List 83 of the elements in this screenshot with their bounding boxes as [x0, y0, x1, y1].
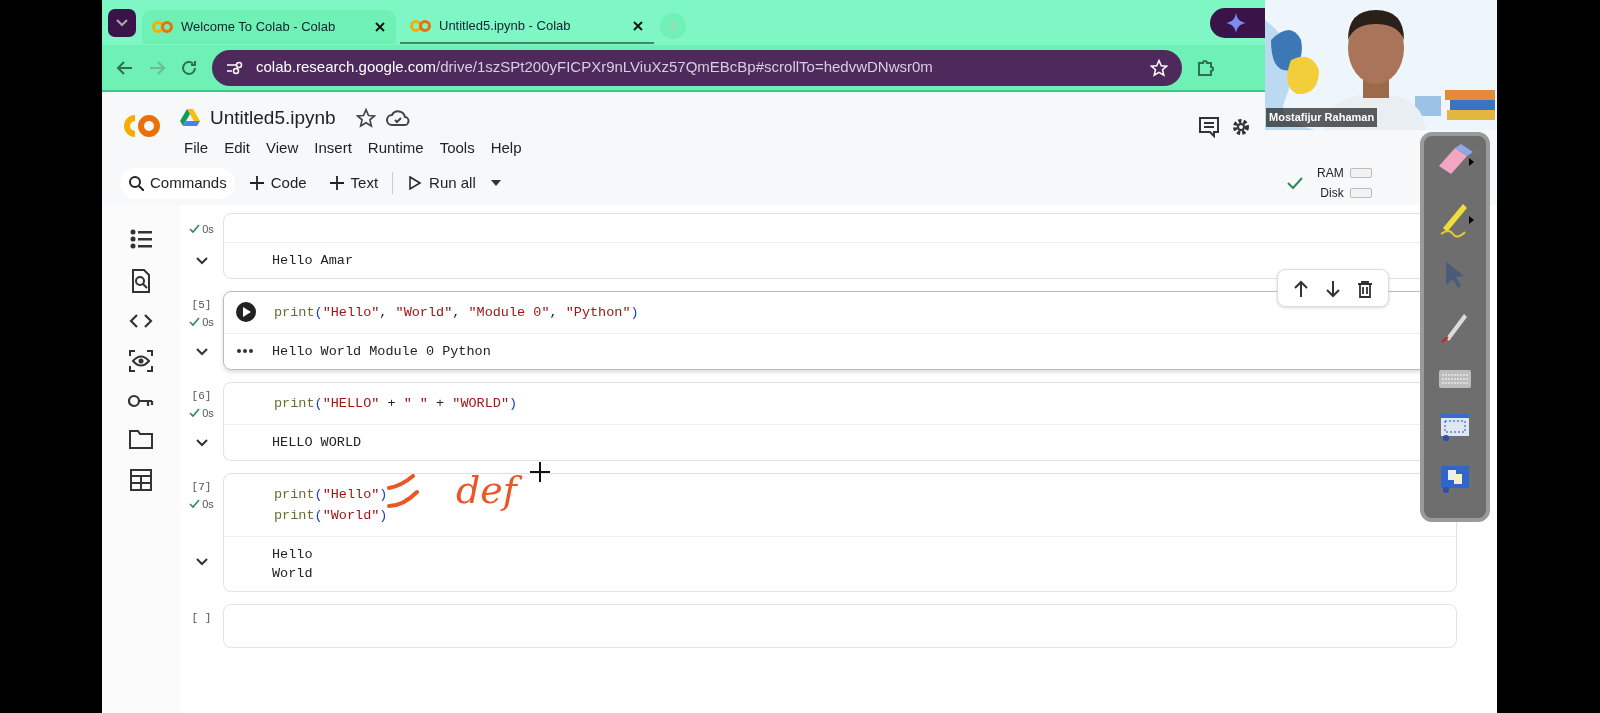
menu-item[interactable]: Runtime — [361, 137, 430, 160]
meter-label: Disk — [1319, 185, 1344, 202]
gemini-button[interactable] — [1210, 8, 1265, 38]
plus-icon — [328, 175, 345, 192]
menu-item[interactable]: View — [260, 137, 305, 160]
screen-capture-icon[interactable] — [1440, 412, 1470, 442]
key-icon[interactable] — [128, 393, 154, 409]
menu-item[interactable]: Help — [484, 137, 528, 160]
toolbar-button[interactable]: Run all — [399, 168, 484, 199]
code-icon[interactable] — [129, 313, 153, 329]
collapse-chevron-icon[interactable] — [195, 348, 208, 356]
collapse-chevron-icon[interactable] — [195, 439, 208, 447]
tab-menu-button[interactable] — [108, 8, 136, 37]
resource-meters[interactable]: RAM Disk — [1317, 164, 1372, 202]
drive-icon — [180, 109, 200, 128]
code-line: print("Hello", "World", "Module 0", "Python") — [274, 305, 639, 320]
menu-item[interactable]: File — [178, 137, 215, 160]
toolbar-button[interactable]: Text — [320, 168, 387, 199]
back-icon[interactable] — [116, 58, 134, 77]
execution-count: [7] — [191, 480, 212, 495]
chevron-down-icon — [116, 18, 128, 27]
code-line: print("World") — [274, 508, 388, 523]
find-icon[interactable] — [131, 269, 151, 293]
execution-count: [6] — [191, 389, 212, 404]
menu-item[interactable]: Tools — [433, 137, 481, 160]
notebook-title[interactable]: Untitled5.ipynb — [210, 104, 336, 133]
table-icon[interactable] — [130, 469, 152, 491]
more-icon[interactable] — [236, 348, 254, 354]
menu-item[interactable]: Insert — [308, 137, 358, 160]
output-line: HELLO WORLD — [272, 434, 363, 452]
run-time: 0s — [189, 495, 214, 512]
code-line: print("Hello") — [274, 487, 388, 502]
comment-icon[interactable] — [1198, 116, 1220, 138]
run-time: 0s — [189, 221, 214, 238]
menu-item[interactable]: Edit — [218, 137, 257, 160]
colab-favicon — [152, 19, 173, 34]
reload-icon[interactable] — [180, 58, 198, 77]
bookmark-star-icon[interactable] — [1150, 58, 1168, 77]
colab-favicon — [410, 18, 431, 33]
execution-count: [ ] — [191, 611, 212, 626]
folder-icon[interactable] — [129, 429, 153, 449]
plus-icon — [248, 175, 265, 192]
site-settings-icon — [226, 60, 244, 75]
run-time: 0s — [189, 404, 214, 421]
participant-name: Mostafijur Rahaman — [1266, 108, 1378, 127]
output-line: Hello World Module 0 Python — [272, 343, 492, 361]
table-of-contents-icon[interactable] — [130, 229, 152, 249]
play-icon — [407, 175, 424, 192]
close-icon[interactable] — [632, 19, 644, 32]
dropdown-caret-icon[interactable] — [489, 179, 502, 188]
eye-icon[interactable] — [129, 349, 153, 373]
move-up-icon[interactable] — [1292, 279, 1310, 298]
run-cell-icon[interactable] — [235, 301, 257, 323]
code-line: print("HELLO" + " " + "WORLD") — [274, 396, 518, 411]
execution-count: [5] — [191, 298, 212, 313]
collapse-chevron-icon[interactable] — [195, 558, 208, 566]
check-icon — [1287, 176, 1303, 190]
crosshair-cursor-icon — [530, 462, 550, 482]
cloud-saved-icon[interactable] — [385, 109, 410, 128]
meter-track — [1349, 188, 1372, 198]
toolbar-button[interactable]: Commands — [120, 168, 235, 199]
code-cell[interactable] — [223, 604, 1457, 648]
star-icon[interactable] — [355, 108, 376, 129]
move-down-icon[interactable] — [1324, 279, 1342, 298]
window-capture-icon[interactable] — [1440, 464, 1470, 494]
browser-tab[interactable]: Welcome To Colab - Colab — [142, 9, 396, 44]
close-icon[interactable] — [374, 20, 386, 33]
check-mark-drawing — [387, 474, 419, 508]
delete-icon[interactable] — [1356, 279, 1374, 298]
collapse-chevron-icon[interactable] — [195, 257, 208, 265]
extensions-icon[interactable] — [1196, 57, 1216, 78]
search-icon — [128, 175, 144, 192]
address-bar[interactable]: colab.research.google.com/drive/1szSPt200yFICPXr9nLViuXz57QmEBcBp#scrollTo=hedvwDNwsr0m — [212, 49, 1182, 86]
output-line: Hello Amar — [272, 252, 354, 270]
url-text: colab.research.google.com/drive/1szSPt200yFICPXr9nLViuXz57QmEBcBp#scrollTo=hedvwDNwsr0m — [256, 57, 933, 78]
toolbar-button[interactable]: Code — [240, 168, 315, 199]
sparkle-icon — [1226, 13, 1246, 34]
settings-icon[interactable] — [1230, 116, 1252, 138]
meter-label: RAM — [1317, 165, 1344, 182]
meter-track — [1349, 168, 1372, 178]
run-time: 0s — [189, 313, 214, 330]
output-line: Hello — [272, 546, 314, 564]
output-line: World — [272, 565, 314, 583]
